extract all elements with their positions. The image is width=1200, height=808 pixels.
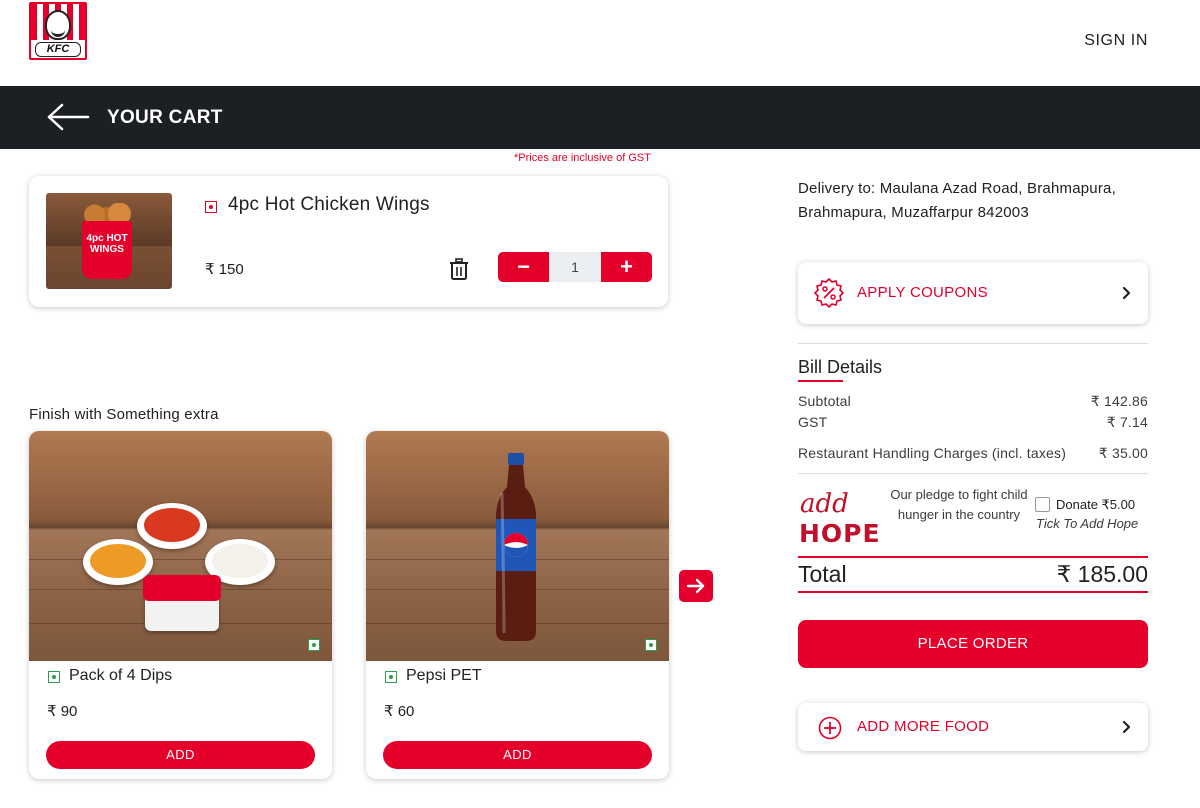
add-more-food-button[interactable]: ADD MORE FOOD [798, 703, 1148, 751]
place-order-button[interactable]: PLACE ORDER [798, 620, 1148, 668]
bill-row-value: ₹ 35.00 [1098, 445, 1148, 461]
bill-row-value: ₹ 142.86 [1090, 393, 1148, 409]
veg-icon [645, 639, 657, 651]
kfc-logo[interactable]: KFC [29, 2, 87, 60]
add-more-food-label: ADD MORE FOOD [857, 718, 990, 735]
bill-row-gst: GST ₹ 7.14 [798, 414, 1148, 431]
quantity-value: 1 [549, 252, 601, 282]
total-top-line [798, 556, 1148, 558]
item-image: 4pc HOT WINGS [46, 193, 172, 289]
pepsi-image [366, 431, 669, 661]
extras-heading: Finish with Something extra [29, 406, 219, 423]
bill-row-value: ₹ 7.14 [1106, 414, 1148, 430]
board-line [29, 559, 332, 560]
divider [798, 343, 1148, 344]
tick-add-hope-label: Tick To Add Hope [1036, 516, 1139, 531]
donate-label: Donate ₹5.00 [1056, 497, 1136, 512]
veg-icon [385, 671, 397, 683]
bill-details-title: Bill Details [798, 357, 883, 377]
gst-note: *Prices are inclusive of GST [514, 152, 651, 164]
bill-row-label: Subtotal [798, 393, 851, 409]
extra-item-name: Pack of 4 Dips [69, 667, 173, 684]
extra-item-name: Pepsi PET [406, 667, 482, 684]
top-header: KFC SIGN IN [0, 0, 1200, 86]
chevron-right-icon [1122, 286, 1131, 300]
sign-in-link[interactable]: SIGN IN [1084, 32, 1148, 50]
add-pepsi-button[interactable]: ADD [383, 741, 652, 769]
item-name: 4pc Hot Chicken Wings [228, 194, 430, 215]
wings-bucket: 4pc HOT WINGS [82, 221, 132, 279]
cart-item-card: 4pc HOT WINGS 4pc Hot Chicken Wings ₹ 15… [29, 176, 668, 307]
item-price: ₹ 150 [205, 261, 244, 278]
quantity-stepper: − 1 + [498, 252, 652, 282]
total-label: Total [798, 561, 847, 587]
non-veg-icon [205, 201, 217, 213]
plus-circle-icon [818, 716, 842, 740]
extra-item-price: ₹ 60 [384, 703, 415, 720]
bill-row-label: Restaurant Handling Charges (incl. taxes… [798, 445, 1067, 461]
chevron-right-icon [1122, 720, 1131, 734]
dips-image [29, 431, 332, 661]
donate-checkbox[interactable] [1035, 497, 1050, 512]
total-bottom-line [798, 591, 1148, 593]
pepsi-bottle [496, 453, 536, 641]
logo-wordmark: KFC [35, 42, 81, 57]
apply-coupons-button[interactable]: APPLY COUPONS [798, 262, 1148, 324]
page-title: YOUR CART [107, 107, 223, 128]
decrement-button[interactable]: − [498, 252, 549, 282]
extra-item-card: Pepsi PET ₹ 60 ADD [366, 431, 669, 779]
back-arrow-icon[interactable] [46, 103, 90, 131]
add-hope-pledge: Our pledge to fight child hunger in the … [890, 487, 1028, 522]
total-value: ₹ 185.00 [1056, 561, 1148, 587]
bill-title-underline [798, 380, 843, 382]
veg-icon [48, 671, 60, 683]
increment-button[interactable]: + [601, 252, 652, 282]
bill-row-handling: Restaurant Handling Charges (incl. taxes… [798, 445, 1148, 462]
veg-icon [308, 639, 320, 651]
coupon-percent-icon [814, 278, 844, 308]
divider [798, 473, 1148, 474]
tomato-dip [137, 503, 207, 549]
delivery-address: Delivery to: Maulana Azad Road, Brahmapu… [798, 180, 1116, 221]
trash-icon[interactable] [449, 258, 469, 280]
extra-item-card: Pack of 4 Dips ₹ 90 ADD [29, 431, 332, 779]
add-hope-logo: add HOPE [799, 489, 881, 544]
dip-tub [143, 575, 221, 631]
add-hope-logo-line1: add [800, 489, 849, 519]
coupon-label: APPLY COUPONS [857, 284, 988, 301]
bill-row-label: GST [798, 414, 828, 430]
cart-bar: YOUR CART [0, 86, 1200, 149]
colonel-face-icon [45, 10, 71, 40]
add-dips-button[interactable]: ADD [46, 741, 315, 769]
add-hope-logo-line2: HOPE [799, 519, 881, 544]
bill-row-subtotal: Subtotal ₹ 142.86 [798, 393, 1148, 410]
carousel-next-icon[interactable] [679, 570, 713, 602]
extra-item-price: ₹ 90 [47, 703, 78, 720]
